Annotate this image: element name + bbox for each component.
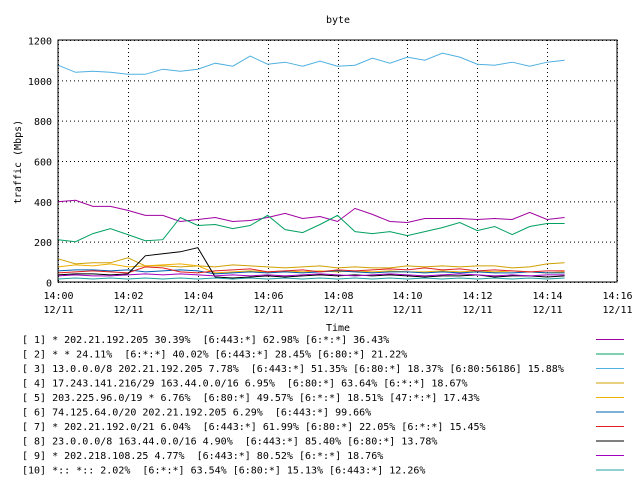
y-tick-label: 0 (46, 279, 52, 290)
x-tick-label-date: 12/11 (43, 305, 73, 316)
legend-entry-label: [ 6] 74.125.64.0/20 202.21.192.205 6.29%… (22, 408, 371, 419)
x-tick-label-time: 14:04 (183, 291, 213, 302)
x-tick-label-time: 14:08 (323, 291, 353, 302)
x-tick-label-time: 14:16 (602, 291, 632, 302)
x-axis-label: Time (326, 323, 350, 334)
y-axis-label: traffic (Mbps) (13, 120, 24, 204)
legend-entry-label: [ 5] 203.225.96.0/19 * 6.76% [6:80:*] 49… (22, 393, 480, 404)
x-tick-labels: 14:00 12/11 14:02 12/11 14:04 12/11 14:06 12/11… (43, 291, 632, 316)
series-line-3 (57, 52, 565, 75)
x-tick-label-time: 14:12 (462, 291, 492, 302)
x-tick-label-time: 14:14 (532, 291, 562, 302)
x-tick-label-date: 12/11 (183, 305, 213, 316)
chart-title: byte (326, 15, 350, 26)
x-tick-label-date: 12/11 (113, 305, 143, 316)
legend-entry-label: [ 7] * 202.21.192.0/21 6.04% [6:443:*] 6… (22, 422, 486, 433)
x-tick-label-date: 12/11 (253, 305, 283, 316)
x-tick-label-date: 12/11 (323, 305, 353, 316)
x-tick-label-date: 12/11 (532, 305, 562, 316)
series-line-5 (57, 263, 565, 274)
legend-entry-label: [10] *:: *:: 2.02% [6:*:*] 63.54% [6:80:… (22, 466, 425, 477)
x-tick-label-time: 14:10 (392, 291, 422, 302)
x-tick-label-date: 12/11 (392, 305, 422, 316)
x-tick-label-date: 12/11 (602, 305, 632, 316)
x-tick-label-time: 14:06 (253, 291, 283, 302)
traffic-chart: byte traffic (Mbps) Time 0 200 400 600 800 10… (13, 15, 633, 477)
grid-lines (58, 40, 618, 283)
y-tick-label: 1200 (28, 37, 52, 48)
legend-entry-label: [ 8] 23.0.0.0/8 163.44.0.0/16 4.90% [6:4… (22, 437, 437, 448)
y-tick-label: 200 (34, 238, 52, 249)
legend-entry-label: [ 2] * * 24.11% [6:*:*] 40.02% [6:443:*]… (22, 350, 407, 361)
y-tick-label: 600 (34, 158, 52, 169)
legend-entry-label: [ 3] 13.0.0.0/8 202.21.192.205 7.78% [6:… (22, 364, 564, 375)
x-tick-label-date: 12/11 (462, 305, 492, 316)
x-tick-label-time: 14:00 (43, 291, 73, 302)
plot-area (57, 52, 565, 280)
series-line-10 (57, 277, 565, 280)
legend-entry-label: [ 9] * 202.218.108.25 4.77% [6:443:*] 80… (22, 451, 383, 462)
legend: [ 1] * 202.21.192.205 30.39% [6:443:*] 6… (22, 335, 624, 477)
y-tick-labels: 0 200 400 600 800 1000 1200 (28, 37, 52, 290)
plot-frame (57, 39, 618, 283)
legend-entry-label: [ 1] * 202.21.192.205 30.39% [6:443:*] 6… (22, 335, 389, 346)
series-line-8 (57, 247, 565, 279)
y-tick-label: 400 (34, 198, 52, 209)
legend-entry-label: [ 4] 17.243.141.216/29 163.44.0.0/16 6.9… (22, 379, 468, 390)
x-tick-label-time: 14:02 (113, 291, 143, 302)
series-line-1 (57, 199, 565, 224)
y-tick-label: 1000 (28, 77, 52, 88)
y-tick-label: 800 (34, 117, 52, 128)
